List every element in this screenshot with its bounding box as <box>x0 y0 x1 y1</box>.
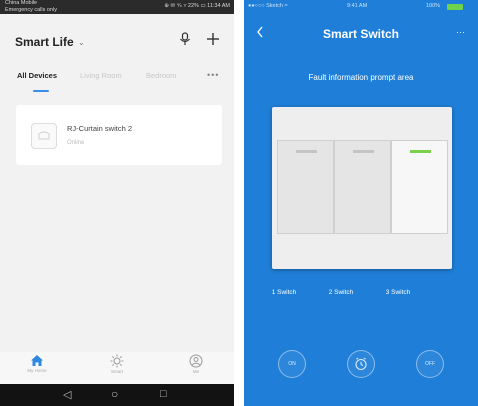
fault-info-prompt: Fault information prompt area <box>308 73 414 82</box>
profile-icon <box>189 354 203 368</box>
plus-icon[interactable] <box>206 32 220 51</box>
status-time: 9:41 AM <box>347 3 368 9</box>
app-title[interactable]: Smart Life <box>15 35 74 49</box>
battery-icon <box>447 4 463 10</box>
system-nav-bar: ◁ ○ □ <box>0 384 234 406</box>
nav-label: Smart <box>110 369 123 374</box>
home-icon <box>31 355 43 366</box>
left-phone-screen: China Mobile Emergency calls only ⊕ ✉ ⁴⁄… <box>0 0 234 406</box>
switch-1-rocker[interactable] <box>277 140 334 234</box>
tab-bedroom[interactable]: Bedroom <box>146 71 176 80</box>
device-status: Online <box>67 140 85 146</box>
bottom-nav: My Home Smart Me <box>0 352 234 384</box>
nav-smart[interactable]: Smart <box>87 352 147 374</box>
device-icon <box>31 123 57 149</box>
room-tabs: All Devices Living Room Bedroom <box>0 66 234 88</box>
switch-3-label: 3 Switch <box>385 289 411 296</box>
timer-button[interactable] <box>347 350 375 378</box>
tab-living-room[interactable]: Living Room <box>80 71 122 80</box>
active-tab-indicator <box>33 90 49 92</box>
tab-all-devices[interactable]: All Devices <box>17 71 57 80</box>
status-bar: China Mobile Emergency calls only ⊕ ✉ ⁴⁄… <box>0 0 234 14</box>
on-button[interactable]: ON <box>278 350 306 378</box>
switch-1-label: 1 Switch <box>271 289 297 296</box>
voice-assistant-icon[interactable] <box>179 32 191 51</box>
device-name: RJ-Curtain switch 2 <box>67 124 133 133</box>
battery-percent: 100% <box>426 3 441 9</box>
recents-icon[interactable]: □ <box>160 388 167 400</box>
nav-label: My Home <box>27 368 47 373</box>
switch-indicator-on <box>410 150 431 153</box>
off-button[interactable]: OFF <box>416 350 444 378</box>
more-options-icon[interactable]: ··· <box>456 27 465 37</box>
status-icons: ⊕ ✉ ⁴⁄ₙ ▿ 22% ▭ 11:34 AM <box>164 3 230 9</box>
carrier-text: ●●○○○ Sketch ≈ <box>248 3 288 9</box>
switch-indicator <box>353 150 374 153</box>
smart-sun-icon <box>110 354 124 368</box>
switch-indicator <box>296 150 317 153</box>
more-tabs-button[interactable]: ••• <box>207 70 219 80</box>
right-phone-screen: ●●○○○ Sketch ≈ 9:41 AM 100% Smart Switch… <box>244 0 478 406</box>
nav-label: Me <box>192 369 200 374</box>
switch-2-label: 2 Switch <box>328 289 354 296</box>
timer-icon <box>355 357 367 371</box>
switch-2-rocker[interactable] <box>334 140 391 234</box>
status-bar: ●●○○○ Sketch ≈ 9:41 AM 100% <box>244 0 478 14</box>
switch-3-rocker[interactable] <box>391 140 448 234</box>
page-title: Smart Switch <box>322 27 400 41</box>
nav-my-home[interactable]: My Home <box>7 352 67 373</box>
nav-me[interactable]: Me <box>166 352 226 374</box>
device-card[interactable]: RJ-Curtain switch 2 Online <box>16 105 222 165</box>
carrier-text: China Mobile Emergency calls only <box>5 0 57 13</box>
chevron-down-icon[interactable]: ⌄ <box>78 38 85 47</box>
switch-panel <box>272 107 452 269</box>
home-button-icon[interactable]: ○ <box>111 387 118 401</box>
back-icon[interactable]: ◁ <box>63 388 71 401</box>
